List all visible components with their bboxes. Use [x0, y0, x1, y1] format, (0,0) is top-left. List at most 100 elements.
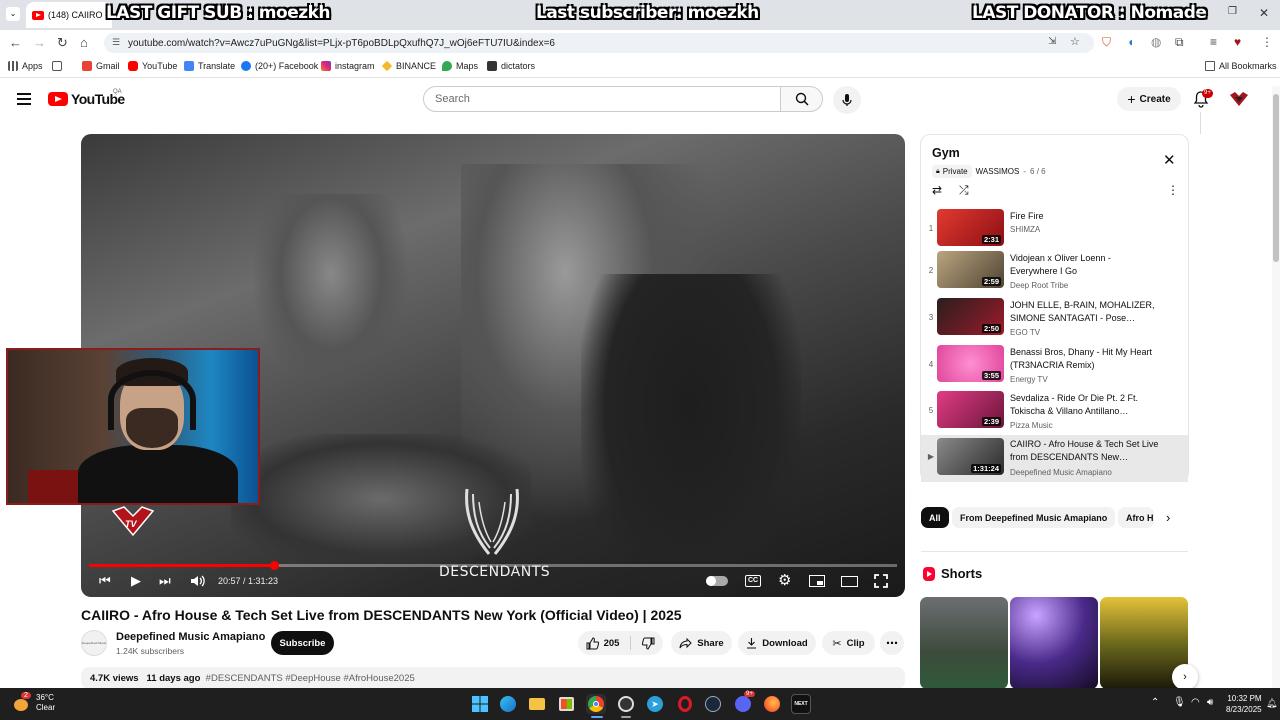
scrollbar-thumb[interactable] [1273, 94, 1279, 262]
extension-globe-icon[interactable]: ◍ [1151, 35, 1161, 49]
progress-scrubber[interactable] [270, 561, 280, 570]
playlist-item[interactable]: 2 2:59 Vidojean x Oliver Loenn - Everywh… [921, 250, 1188, 296]
extension-shield-icon[interactable]: ⛉ [1102, 35, 1111, 50]
playlist-owner[interactable]: WASSIMOS [976, 167, 1020, 176]
notification-center-icon[interactable]: 🔔︎ [1266, 698, 1277, 709]
store-icon[interactable] [556, 694, 576, 714]
opera-icon[interactable] [675, 694, 695, 714]
edge-icon[interactable] [498, 694, 518, 714]
weather-widget[interactable]: 2 36°C Clear [12, 692, 55, 713]
chevron-right-icon[interactable]: › [1166, 510, 1170, 525]
bookmark-gmail[interactable]: Gmail [82, 61, 120, 71]
next-app-icon[interactable]: NEXT [791, 694, 811, 714]
bookmark-translate[interactable]: Translate [184, 61, 235, 71]
chrome-icon[interactable] [586, 694, 606, 714]
bookmark-facebook[interactable]: (20+) Facebook [241, 61, 318, 71]
address-bar[interactable]: ☰ youtube.com/watch?v=Awcz7uPuGNg&list=P… [104, 33, 1094, 53]
playlist-item[interactable]: 3 2:50 JOHN ELLE, B-RAIN, MOHALIZER, SIM… [921, 297, 1188, 343]
shuffle-icon[interactable]: ⤮ [959, 183, 969, 198]
autoplay-toggle[interactable] [706, 576, 728, 586]
progress-bar[interactable] [89, 561, 897, 570]
chip-afro-house[interactable]: Afro H [1118, 507, 1154, 528]
firefox-icon[interactable] [762, 694, 782, 714]
playlist-item[interactable]: 1 2:31 Fire Fire SHIMZA [921, 208, 1188, 254]
hashtags[interactable]: #DESCENDANTS #DeepHouse #AfroHouse2025 [206, 673, 415, 684]
voice-search-button[interactable] [833, 86, 861, 114]
captions-icon[interactable]: CC [745, 575, 761, 587]
active-tab[interactable]: (148) CAIIRO - A [26, 2, 112, 28]
bookmark-grid[interactable] [52, 61, 62, 71]
bookmark-dictators[interactable]: dictators [487, 61, 535, 71]
playlist-item[interactable]: 4 3:55 Benassi Bros, Dhany - Hit My Hear… [921, 344, 1188, 390]
playlist-item-current[interactable]: ▶ 1:31:24 CAIIRO - Afro House & Tech Set… [921, 435, 1188, 482]
close-playlist-icon[interactable]: ✕ [1163, 151, 1176, 169]
discord-icon[interactable]: 9+ [733, 691, 755, 714]
restore-icon[interactable]: ❐ [1228, 6, 1237, 17]
browser-menu-icon[interactable]: ⋮ [1261, 35, 1273, 49]
loop-icon[interactable]: ⇄ [932, 183, 942, 197]
wifi-icon[interactable]: ◠ [1191, 697, 1200, 708]
telegram-icon[interactable]: ➤ [645, 694, 665, 714]
play-icon[interactable]: ▶ [131, 573, 141, 589]
bookmark-maps[interactable]: Maps [442, 61, 478, 71]
playlist-menu-icon[interactable]: ⋮ [1167, 183, 1179, 197]
like-button[interactable]: 205 [586, 636, 619, 650]
extension-audio-icon[interactable]: ◖ [1127, 35, 1134, 49]
speaker-icon[interactable]: 🔊︎ [1207, 697, 1213, 708]
description-box[interactable]: 4.7K views 11 days ago #DESCENDANTS #Dee… [81, 667, 905, 689]
reload-icon[interactable]: ↻ [57, 35, 68, 51]
subscribe-button[interactable]: Subscribe [271, 631, 334, 655]
tray-microphone-icon[interactable]: 🎙︎ [1173, 697, 1186, 708]
playlist-title[interactable]: Gym [932, 146, 960, 160]
download-button[interactable]: Download [738, 631, 816, 655]
volume-icon[interactable] [190, 574, 206, 588]
tray-chevron-icon[interactable]: ⌃ [1151, 697, 1159, 708]
home-icon[interactable]: ⌂ [80, 35, 88, 50]
theater-mode-icon[interactable] [841, 576, 858, 587]
chip-all[interactable]: All [921, 507, 949, 528]
bookmark-instagram[interactable]: instagram [321, 61, 375, 71]
bookmark-star-icon[interactable]: ☆ [1070, 35, 1080, 48]
bookmark-binance[interactable]: BINANCE [381, 60, 436, 72]
short-thumbnail[interactable] [1010, 597, 1098, 689]
settings-gear-icon[interactable]: ⚙ [778, 571, 791, 589]
playlist-item[interactable]: 5 2:39 Sevdaliza - Ride Or Die Pt. 2 Ft.… [921, 390, 1188, 436]
previous-icon[interactable]: ⏮ [99, 573, 111, 589]
next-icon[interactable]: ⏭ [159, 573, 171, 589]
close-window-icon[interactable]: ✕ [1259, 6, 1269, 20]
share-button[interactable]: Share [671, 631, 732, 655]
channel-name[interactable]: Deepefined Music Amapiano [116, 631, 265, 643]
create-button[interactable]: + Create [1117, 87, 1181, 111]
guide-menu-icon[interactable] [17, 93, 31, 105]
fullscreen-icon[interactable] [874, 574, 888, 588]
system-clock[interactable]: 10:32 PM 8/23/2025 [1226, 693, 1262, 715]
account-avatar[interactable] [1228, 88, 1250, 110]
clip-button[interactable]: ✂ Clip [822, 631, 875, 655]
install-app-icon[interactable]: ⇲ [1048, 36, 1056, 47]
more-actions-icon[interactable]: ⋯ [880, 631, 904, 655]
channel-avatar[interactable]: Deepefined Music [81, 630, 107, 656]
bookmark-youtube[interactable]: YouTube [128, 61, 177, 71]
search-button[interactable] [780, 86, 823, 112]
thumbs-down-icon[interactable] [642, 637, 655, 650]
search-input[interactable]: Search [423, 86, 781, 112]
steam-icon[interactable] [703, 694, 723, 714]
minimize-icon[interactable]: — [1194, 6, 1206, 20]
tab-search-button[interactable]: ⌄ [6, 7, 20, 21]
youtube-logo[interactable]: YouTube QA [48, 89, 125, 107]
site-info-icon[interactable]: ☰ [112, 37, 120, 48]
miniplayer-icon[interactable] [809, 575, 825, 587]
reading-list-icon[interactable]: ≡ [1210, 35, 1217, 49]
file-explorer-icon[interactable] [527, 694, 547, 714]
chip-from-channel[interactable]: From Deepefined Music Amapiano [952, 507, 1116, 528]
extensions-puzzle-icon[interactable]: ⧉ [1175, 35, 1184, 50]
shorts-next-icon[interactable]: › [1172, 664, 1198, 690]
back-icon[interactable]: ← [9, 35, 22, 50]
bookmark-apps[interactable]: Apps [8, 61, 43, 71]
forward-icon[interactable]: → [33, 35, 46, 50]
start-icon[interactable] [470, 694, 490, 714]
profile-avatar-icon[interactable]: ♥ [1234, 35, 1241, 49]
obs-icon[interactable] [616, 694, 636, 714]
all-bookmarks-folder[interactable]: All Bookmarks [1205, 61, 1277, 71]
page-scrollbar[interactable] [1272, 86, 1280, 688]
